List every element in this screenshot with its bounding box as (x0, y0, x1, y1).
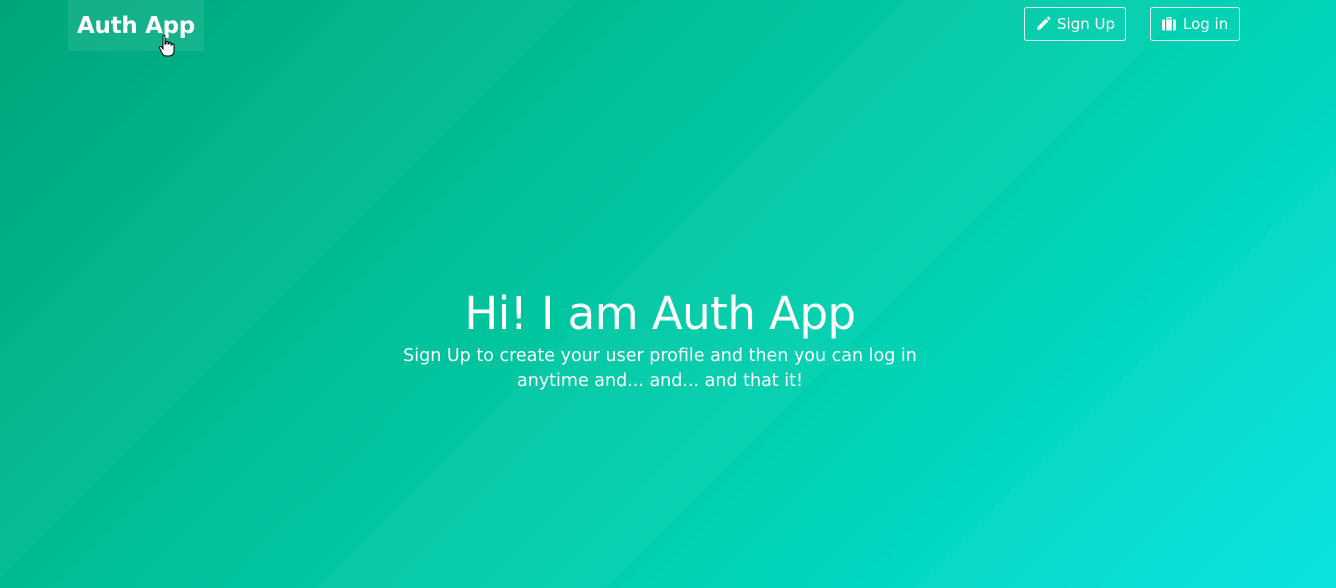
pencil-icon (1034, 16, 1051, 33)
signup-button[interactable]: Sign Up (1024, 7, 1126, 41)
signup-label: Sign Up (1057, 15, 1115, 33)
navbar: Auth App Sign Up Log in (0, 0, 1336, 57)
login-button[interactable]: Log in (1150, 7, 1240, 41)
login-label: Log in (1183, 15, 1229, 33)
briefcase-icon (1160, 16, 1177, 33)
brand-link[interactable]: Auth App (68, 0, 204, 51)
hero-section: Hi! I am Auth App Sign Up to create your… (0, 286, 1320, 394)
hero-subtitle: Sign Up to create your user profile and … (403, 346, 917, 391)
hand-cursor-icon (158, 34, 175, 57)
hero-title: Hi! I am Auth App (464, 287, 856, 340)
